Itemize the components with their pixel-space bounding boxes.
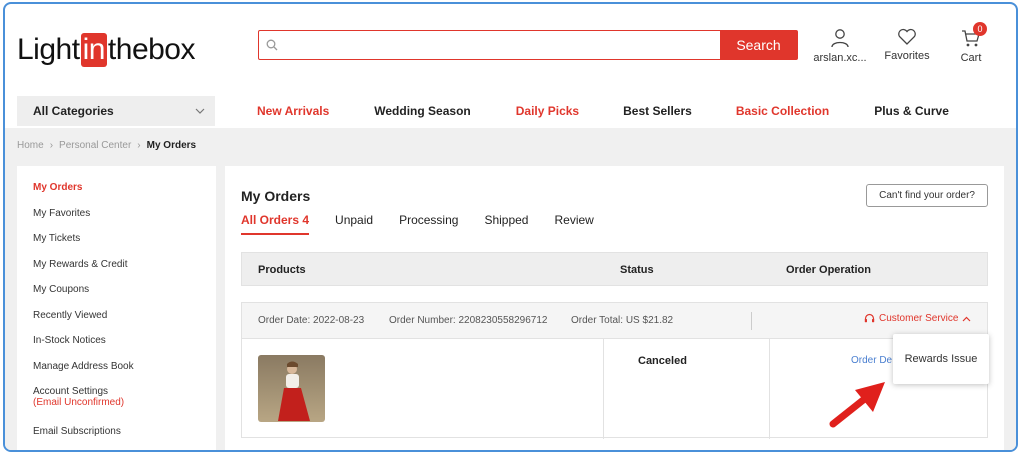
cart-link[interactable]: 0 Cart <box>953 22 989 64</box>
main-nav: New Arrivals Wedding Season Daily Picks … <box>257 96 949 126</box>
rewards-issue-option[interactable]: Rewards Issue <box>905 353 978 365</box>
sidebar-item-recently-viewed[interactable]: Recently Viewed <box>17 310 216 336</box>
sidebar-item-my-orders[interactable]: My Orders <box>17 182 216 208</box>
chevron-right-icon: › <box>49 140 54 151</box>
order-number: Order Number: 2208230558296712 <box>389 315 548 326</box>
sidebar-item-account-settings[interactable]: Account Settings (Email Unconfirmed) <box>17 386 216 426</box>
email-unconfirmed-note: (Email Unconfirmed) <box>33 397 125 408</box>
nav-plus-curve[interactable]: Plus & Curve <box>874 104 949 118</box>
favorites-link[interactable]: Favorites <box>877 28 937 62</box>
annotation-arrow-icon <box>829 382 885 428</box>
customer-service-label: Customer Service <box>879 313 959 324</box>
sidebar-item-in-stock-notices[interactable]: In-Stock Notices <box>17 335 216 361</box>
account-sidebar: My Orders My Favorites My Tickets My Rew… <box>17 166 216 450</box>
all-categories-label: All Categories <box>33 104 114 118</box>
order-detail-link[interactable]: Order De <box>851 355 892 366</box>
user-icon <box>831 29 849 48</box>
cart-count-badge: 0 <box>973 22 987 36</box>
tab-review[interactable]: Review <box>554 213 593 235</box>
nav-basic-collection[interactable]: Basic Collection <box>736 104 829 118</box>
chevron-up-icon <box>963 316 971 321</box>
account-name: arslan.xc... <box>813 52 867 64</box>
meta-divider <box>751 312 752 330</box>
order-tabs: All Orders 4 Unpaid Processing Shipped R… <box>241 213 620 235</box>
order-total: Order Total: US $21.82 <box>571 315 674 326</box>
search-button[interactable]: Search <box>720 31 797 59</box>
orders-table-header: Products Status Order Operation <box>241 252 988 286</box>
sidebar-item-my-coupons[interactable]: My Coupons <box>17 284 216 310</box>
column-divider <box>603 339 604 439</box>
tab-unpaid[interactable]: Unpaid <box>335 213 373 235</box>
sidebar-item-rewards-credit[interactable]: My Rewards & Credit <box>17 259 216 285</box>
cant-find-order-button[interactable]: Can't find your order? <box>866 184 988 207</box>
nav-new-arrivals[interactable]: New Arrivals <box>257 104 329 118</box>
breadcrumb-current: My Orders <box>146 140 197 151</box>
tab-shipped[interactable]: Shipped <box>484 213 528 235</box>
chevron-down-icon <box>195 108 205 114</box>
search-input[interactable] <box>285 31 720 59</box>
nav-daily-picks[interactable]: Daily Picks <box>516 104 579 118</box>
site-logo[interactable]: Light in thebox <box>17 32 196 68</box>
sidebar-item-my-favorites[interactable]: My Favorites <box>17 208 216 234</box>
order-status: Canceled <box>638 355 687 367</box>
browser-frame: Light in thebox Search arslan.xc... Favo… <box>3 2 1018 452</box>
breadcrumb: Home › Personal Center › My Orders <box>17 140 196 151</box>
order-date: Order Date: 2022-08-23 <box>258 315 365 326</box>
customer-service-dropdown: Rewards Issue <box>893 334 989 384</box>
favorites-label: Favorites <box>884 50 930 62</box>
order-meta-row: Order Date: 2022-08-23 Order Number: 220… <box>242 303 987 339</box>
account-settings-label: Account Settings <box>33 386 109 397</box>
sidebar-item-my-tickets[interactable]: My Tickets <box>17 233 216 259</box>
col-order-operation: Order Operation <box>786 264 871 276</box>
account-menu[interactable]: arslan.xc... <box>805 28 875 64</box>
tab-processing[interactable]: Processing <box>399 213 458 235</box>
page-title: My Orders <box>241 188 311 204</box>
col-status: Status <box>620 264 654 276</box>
search-icon <box>259 31 285 59</box>
headset-icon <box>864 313 875 323</box>
nav-best-sellers[interactable]: Best Sellers <box>623 104 692 118</box>
heart-icon <box>898 28 916 45</box>
logo-text-thebox: thebox <box>107 33 196 66</box>
breadcrumb-personal-center[interactable]: Personal Center <box>59 140 131 151</box>
col-products: Products <box>258 264 306 276</box>
product-thumbnail[interactable] <box>258 355 325 422</box>
chevron-right-icon: › <box>137 140 141 151</box>
logo-text-in: in <box>80 33 107 67</box>
breadcrumb-home[interactable]: Home <box>17 140 44 151</box>
cart-label: Cart <box>960 52 982 64</box>
all-categories-dropdown[interactable]: All Categories <box>17 96 215 126</box>
customer-service-button[interactable]: Customer Service <box>864 313 971 324</box>
logo-text-light: Light <box>17 33 80 66</box>
nav-wedding-season[interactable]: Wedding Season <box>374 104 470 118</box>
search-bar: Search <box>258 30 798 60</box>
column-divider <box>769 339 770 439</box>
sidebar-item-email-subscriptions[interactable]: Email Subscriptions <box>17 426 216 450</box>
tab-all-orders[interactable]: All Orders 4 <box>241 213 310 235</box>
sidebar-item-address-book[interactable]: Manage Address Book <box>17 361 216 387</box>
